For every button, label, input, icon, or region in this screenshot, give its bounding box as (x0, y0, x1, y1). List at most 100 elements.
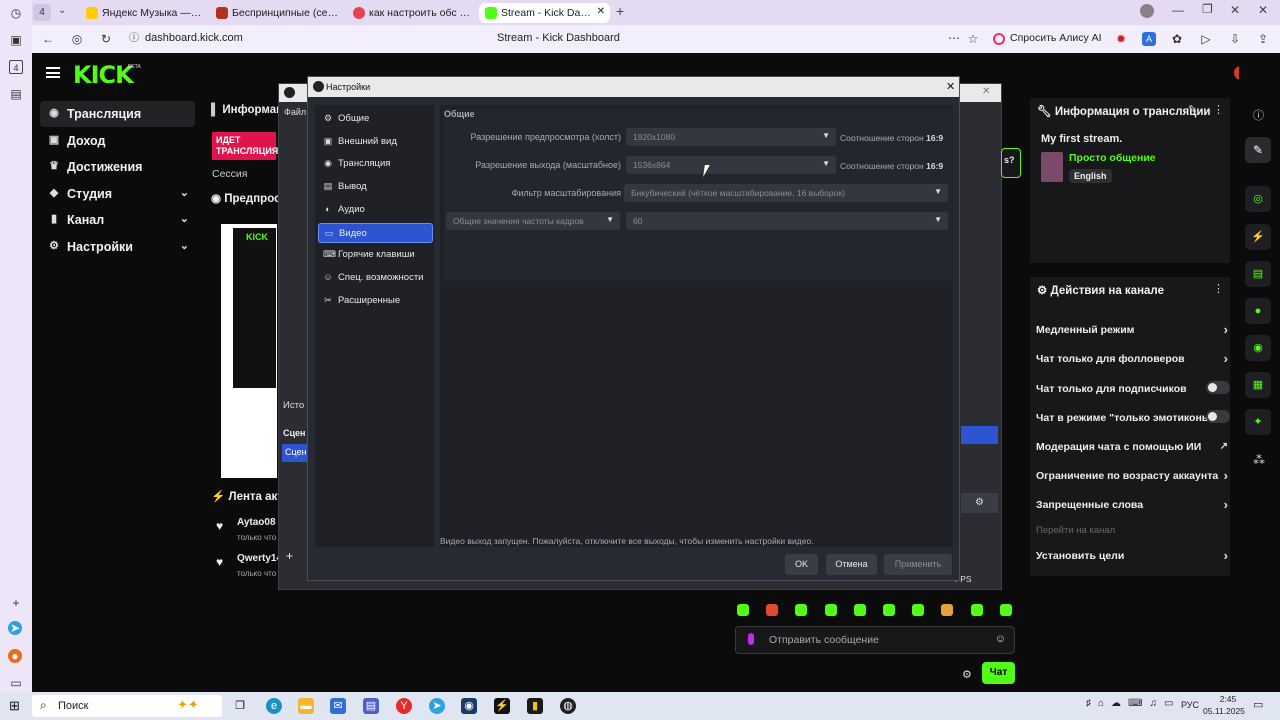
output-resolution-combo[interactable]: 1536x864 ▼ (626, 156, 836, 174)
settings-nav-item[interactable]: ✂ Расширенные (318, 291, 433, 311)
ok-button[interactable]: OK (785, 554, 818, 575)
obs-taskbar-icon[interactable]: ◍ (560, 698, 576, 714)
obs-sources-tab[interactable]: Исто (283, 380, 309, 420)
tab-obs-howto[interactable]: как настроить обс для ст (347, 3, 477, 23)
settings-nav-item[interactable]: ◉ Трансляция (318, 154, 433, 174)
sidebar-item-4[interactable]: ◆ Студия ⌄ (40, 181, 195, 207)
emote-icon[interactable] (824, 604, 837, 616)
obs-settings-gear-icon[interactable]: ⚙ (961, 493, 998, 513)
broadcast-waves-icon[interactable]: ◉ (1245, 335, 1271, 361)
chevron-down-icon[interactable]: ⌄ (180, 239, 189, 252)
taskbar-search[interactable]: ⌕ Поиск ✦✦ (32, 695, 222, 717)
alice-button[interactable]: Спросить Алису AI (990, 29, 1108, 48)
window-close-icon[interactable]: ✕ (1230, 3, 1240, 17)
bookmark-icon[interactable]: ☆ (966, 32, 980, 46)
new-tab-icon[interactable]: + (616, 3, 624, 19)
site-info-icon[interactable]: ⓘ (127, 32, 141, 46)
address-bar[interactable]: dashboard.kick.com (145, 32, 243, 44)
channel-action-item[interactable]: Чат в режиме "только эмотиконы" (1036, 410, 1230, 424)
task-view-icon[interactable]: ❐ (232, 698, 248, 714)
back-icon[interactable]: ← (41, 32, 55, 46)
sidebar-item-2[interactable]: ▣ Доход (40, 128, 195, 154)
flash-icon[interactable]: ⚡ (1245, 224, 1271, 250)
obs-close-icon[interactable]: ✕ (982, 86, 990, 97)
channel-action-item[interactable]: Запрещенные слова › (1036, 497, 1228, 512)
chat-input[interactable]: Отправить сообщение ☺ (735, 626, 1015, 654)
history-icon[interactable]: ◷ (9, 6, 23, 20)
info-icon[interactable]: ⓘ (1253, 107, 1264, 123)
clock-date[interactable]: 05.11.2025 (1203, 706, 1245, 716)
media-icon[interactable]: ▷ (1199, 32, 1213, 46)
notifications-icon[interactable]: ▭ (1253, 698, 1263, 711)
fps-value-combo[interactable]: 60 ▼ (626, 212, 948, 230)
tab-count-icon[interactable]: 4 (9, 60, 23, 74)
start-icon[interactable]: ⊞ (9, 699, 23, 713)
emote-icon[interactable] (941, 604, 954, 616)
settings-nav-item[interactable]: ▭ Видео (318, 222, 433, 243)
category-link[interactable]: Просто общение (1069, 152, 1156, 164)
channel-action-item[interactable]: Чат только для подписчиков (1036, 381, 1230, 395)
tools-icon[interactable]: ✦ (1245, 409, 1271, 435)
integrations-icon[interactable]: ⁂ (1253, 453, 1265, 467)
mail-icon[interactable]: ✉ (330, 698, 346, 714)
layout-icon[interactable]: ▦ (1245, 372, 1271, 398)
obs-scene-item[interactable]: Сцен (282, 444, 309, 462)
chat-bubble-icon[interactable]: ● (1245, 298, 1271, 324)
edit-mode-icon[interactable]: ✎ (1245, 137, 1271, 163)
sidebar-item-1[interactable]: ◉ Трансляция (40, 101, 195, 127)
toggle-switch[interactable] (1206, 410, 1230, 423)
chat-settings-icon[interactable]: ⚙ (962, 668, 972, 681)
channel-action-item[interactable]: Перейти на канал (1036, 525, 1226, 536)
emote-icon[interactable] (853, 604, 866, 616)
add-panel-icon[interactable]: + (9, 596, 23, 610)
screen-capture-icon[interactable]: ◎ (1245, 186, 1271, 212)
maximize-icon[interactable]: ❐ (1202, 2, 1213, 16)
emote-icon[interactable] (737, 604, 749, 616)
chevron-down-icon[interactable]: ⌄ (180, 186, 189, 199)
tab-counter[interactable]: 4 (33, 4, 51, 21)
profile-avatar[interactable] (1140, 4, 1154, 18)
share-icon[interactable]: ⇪ (1256, 32, 1270, 46)
settings-nav-item[interactable]: ☺ Спец. возможности (318, 268, 433, 288)
emote-icon[interactable] (883, 604, 895, 616)
settings-nav-item[interactable]: ⌨ Горячие клавиши (318, 245, 433, 265)
yandex-protect-icon[interactable]: ◎ (70, 32, 84, 46)
collections-icon[interactable]: ▣ (9, 33, 23, 47)
channel-action-item[interactable]: Чат только для фолловеров › (1036, 351, 1228, 366)
mic-icon[interactable] (748, 633, 754, 645)
emote-icon[interactable] (795, 604, 808, 616)
fps-type-combo[interactable]: Общие значения частоты кадров ▼ (446, 212, 620, 230)
toggle-switch[interactable] (1206, 381, 1230, 394)
file-explorer-icon[interactable]: ▬ (298, 698, 314, 714)
emote-icon[interactable] (912, 604, 925, 616)
tab-close-icon[interactable]: ✕ (597, 6, 605, 17)
channel-action-item[interactable]: Ограничение по возрасту аккаунта › (1036, 468, 1228, 483)
yandex-browser-icon[interactable]: Y (396, 698, 412, 714)
telegram-icon[interactable]: ➤ (8, 621, 22, 635)
obs-add-icon[interactable]: + (286, 549, 293, 563)
menu-icon[interactable] (46, 67, 60, 78)
system-tray-icons[interactable]: ♯⌂☁⌨♫▭ (1086, 698, 1180, 709)
document-icon[interactable]: ▤ (1245, 261, 1271, 287)
extensions-icon[interactable]: ✿ (1170, 32, 1184, 46)
tab-kick-dashboard[interactable]: Stream - Kick Dashboard✕ (479, 3, 610, 23)
yellow-app-icon[interactable]: ▮ (527, 698, 543, 714)
settings-nav-item[interactable]: ⚙ Общие (318, 109, 433, 129)
input-language[interactable]: РУС (1181, 700, 1199, 710)
settings-nav-item[interactable]: ▤ Вывод (318, 177, 433, 197)
more-vert-icon[interactable]: ⋮ (1213, 282, 1224, 295)
extension-bug-icon[interactable]: ✹ (1114, 32, 1128, 46)
base-resolution-combo[interactable]: 1920x1080 ▼ (626, 128, 836, 146)
downloads-icon[interactable]: ⇩ (1228, 32, 1242, 46)
cancel-button[interactable]: Отмена (826, 554, 877, 575)
sidebar-item-5[interactable]: ▮ Канал ⌄ (40, 207, 195, 233)
more-vert-icon[interactable]: ⋮ (1213, 103, 1224, 116)
window-close-icon-2[interactable]: ✕ (1258, 3, 1268, 17)
emote-icon[interactable] (766, 604, 779, 616)
apply-button[interactable]: Применить (884, 554, 952, 575)
obs-menu-file[interactable]: Файл (284, 107, 306, 117)
settings-nav-item[interactable]: ▣ Внешний вид (318, 132, 433, 152)
settings-nav-item[interactable]: ◐ Аудио (318, 200, 433, 220)
tab-yandex-music[interactable]: Яндекс Музыка — собир (80, 3, 208, 23)
sidebar-item-3[interactable]: ♛ Достижения (40, 154, 195, 180)
